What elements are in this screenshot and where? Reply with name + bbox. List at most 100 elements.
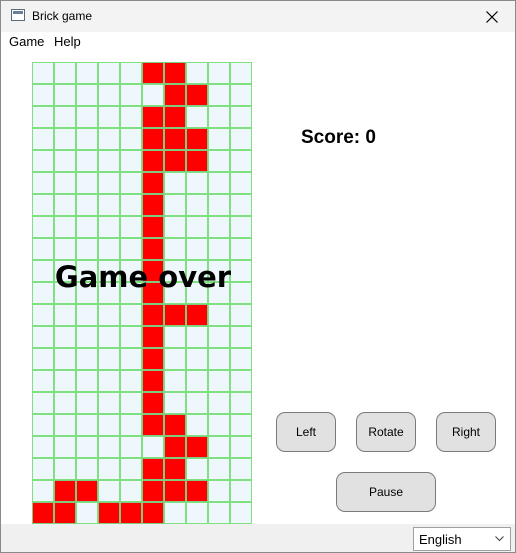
empty-cell (164, 326, 186, 348)
brick-cell (142, 326, 164, 348)
empty-cell (208, 370, 230, 392)
empty-cell (164, 392, 186, 414)
pause-button[interactable]: Pause (336, 472, 436, 512)
empty-cell (98, 194, 120, 216)
empty-cell (54, 172, 76, 194)
empty-cell (186, 348, 208, 370)
empty-cell (186, 172, 208, 194)
empty-cell (208, 304, 230, 326)
empty-cell (120, 370, 142, 392)
empty-cell (54, 326, 76, 348)
empty-cell (186, 194, 208, 216)
empty-cell (164, 238, 186, 260)
empty-cell (32, 260, 54, 282)
empty-cell (98, 106, 120, 128)
brick-cell (142, 194, 164, 216)
empty-cell (54, 62, 76, 84)
window-title: Brick game (32, 9, 93, 23)
empty-cell (76, 502, 98, 524)
brick-cell (142, 172, 164, 194)
empty-cell (230, 128, 252, 150)
empty-cell (120, 194, 142, 216)
close-button[interactable] (469, 1, 515, 32)
empty-cell (120, 172, 142, 194)
empty-cell (230, 150, 252, 172)
empty-cell (76, 282, 98, 304)
menu-help[interactable]: Help (54, 34, 81, 49)
empty-cell (76, 458, 98, 480)
empty-cell (120, 480, 142, 502)
empty-cell (54, 414, 76, 436)
empty-cell (32, 238, 54, 260)
empty-cell (32, 458, 54, 480)
empty-cell (98, 282, 120, 304)
empty-cell (230, 458, 252, 480)
empty-cell (208, 480, 230, 502)
language-select[interactable]: English (413, 527, 511, 551)
brick-cell (164, 84, 186, 106)
title-bar: Brick game (1, 1, 515, 32)
empty-cell (120, 216, 142, 238)
empty-cell (76, 194, 98, 216)
empty-cell (208, 62, 230, 84)
empty-cell (32, 392, 54, 414)
brick-cell (186, 304, 208, 326)
brick-cell (142, 150, 164, 172)
empty-cell (98, 216, 120, 238)
brick-cell (98, 502, 120, 524)
empty-cell (54, 370, 76, 392)
empty-cell (32, 436, 54, 458)
brick-cell (142, 238, 164, 260)
close-icon (486, 10, 498, 23)
brick-cell (142, 304, 164, 326)
empty-cell (54, 304, 76, 326)
empty-cell (186, 216, 208, 238)
empty-cell (142, 84, 164, 106)
right-button[interactable]: Right (436, 412, 496, 452)
empty-cell (32, 348, 54, 370)
rotate-button[interactable]: Rotate (356, 412, 416, 452)
empty-cell (32, 370, 54, 392)
empty-cell (120, 392, 142, 414)
empty-cell (76, 348, 98, 370)
empty-cell (76, 392, 98, 414)
empty-cell (32, 480, 54, 502)
empty-cell (120, 414, 142, 436)
empty-cell (32, 282, 54, 304)
brick-cell (54, 502, 76, 524)
brick-cell (164, 414, 186, 436)
empty-cell (208, 260, 230, 282)
empty-cell (230, 282, 252, 304)
empty-cell (98, 260, 120, 282)
empty-cell (98, 392, 120, 414)
empty-cell (164, 172, 186, 194)
empty-cell (208, 502, 230, 524)
empty-cell (98, 326, 120, 348)
empty-cell (120, 348, 142, 370)
empty-cell (120, 458, 142, 480)
empty-cell (76, 370, 98, 392)
menu-game[interactable]: Game (9, 34, 44, 49)
brick-cell (186, 150, 208, 172)
empty-cell (98, 458, 120, 480)
left-button[interactable]: Left (276, 412, 336, 452)
brick-cell (54, 480, 76, 502)
game-board (32, 62, 252, 524)
brick-cell (186, 436, 208, 458)
empty-cell (230, 436, 252, 458)
empty-cell (76, 326, 98, 348)
brick-cell (142, 370, 164, 392)
empty-cell (230, 414, 252, 436)
empty-cell (76, 150, 98, 172)
empty-cell (98, 84, 120, 106)
empty-cell (208, 414, 230, 436)
brick-cell (142, 106, 164, 128)
empty-cell (76, 128, 98, 150)
empty-cell (98, 172, 120, 194)
brick-cell (164, 480, 186, 502)
empty-cell (164, 216, 186, 238)
empty-cell (76, 414, 98, 436)
empty-cell (230, 84, 252, 106)
empty-cell (120, 62, 142, 84)
empty-cell (208, 238, 230, 260)
